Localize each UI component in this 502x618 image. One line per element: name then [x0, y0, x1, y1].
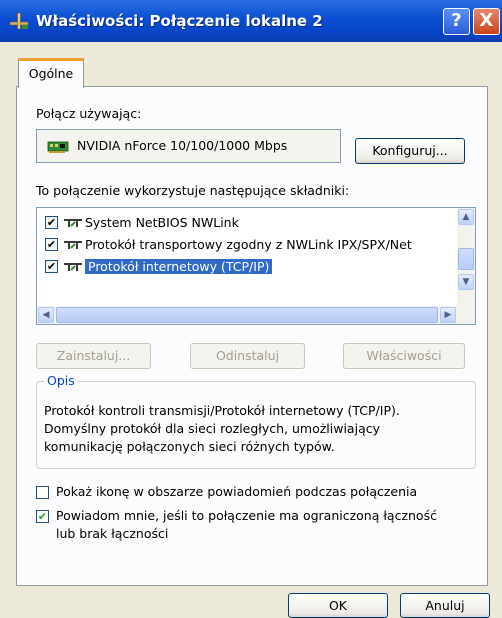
components-list[interactable]: ✔ System NetBIOS NWLink ✔ Protokół trans…	[36, 207, 476, 325]
component-checkbox[interactable]: ✔	[45, 216, 58, 229]
help-button[interactable]: ?	[443, 8, 470, 35]
scroll-up-icon[interactable]: ▲	[458, 209, 474, 225]
component-checkbox[interactable]: ✔	[45, 238, 58, 251]
description-line: Protokół kontroli transmisji/Protokół in…	[44, 403, 400, 418]
show-icon-label: Pokaż ikonę w obszarze powiadomień podcz…	[56, 484, 418, 499]
install-button[interactable]: Zainstaluj...	[36, 343, 151, 369]
scroll-right-icon[interactable]: ▶	[440, 307, 456, 323]
connect-using-label: Połącz używając:	[36, 106, 142, 121]
description-text: Protokół kontroli transmisji/Protokół in…	[44, 402, 464, 456]
close-button[interactable]: X	[473, 8, 500, 35]
window-title: Właściwości: Połączenie lokalne 2	[36, 12, 323, 30]
protocol-icon	[64, 219, 82, 227]
show-icon-checkbox[interactable]	[36, 486, 49, 499]
uninstall-button[interactable]: Odinstaluj	[190, 343, 305, 369]
description-legend: Opis	[44, 373, 78, 388]
description-line: Domyślny protokół dla sieci rozległych, …	[44, 421, 380, 436]
scroll-down-icon[interactable]: ▼	[458, 274, 474, 290]
component-label: Protokół internetowy (TCP/IP)	[85, 259, 273, 274]
network-connection-icon	[9, 12, 29, 30]
list-item[interactable]: ✔ Protokół transportowy zgodny z NWLink …	[37, 234, 457, 256]
component-label: System NetBIOS NWLink	[85, 215, 239, 230]
properties-button[interactable]: Właściwości	[343, 343, 465, 369]
vertical-scrollbar[interactable]: ▲ ▼	[457, 208, 475, 306]
notify-label-line2: lub brak łączności	[56, 526, 169, 541]
configure-button[interactable]: Konfiguruj...	[355, 138, 465, 164]
notify-label-line1: Powiadom mnie, jeśli to połączenie ma og…	[56, 508, 437, 523]
protocol-icon	[64, 263, 82, 271]
list-item[interactable]: ✔ System NetBIOS NWLink	[37, 212, 457, 234]
list-item-selected[interactable]: ✔ Protokół internetowy (TCP/IP)	[37, 256, 457, 278]
description-line: komunikację połączonych sieci różnych ty…	[44, 439, 335, 454]
protocol-icon	[64, 241, 82, 249]
components-label: To połączenie wykorzystuje następujące s…	[36, 183, 350, 198]
scroll-left-icon[interactable]: ◀	[38, 307, 54, 323]
horizontal-scroll-thumb[interactable]	[56, 307, 438, 323]
adapter-box: NVIDIA nForce 10/100/1000 Mbps	[36, 129, 341, 163]
vertical-scroll-thumb[interactable]	[458, 248, 474, 270]
component-label: Protokół transportowy zgodny z NWLink IP…	[85, 237, 412, 252]
adapter-name: NVIDIA nForce 10/100/1000 Mbps	[77, 138, 288, 153]
title-bar[interactable]: Właściwości: Połączenie lokalne 2 ? X	[0, 0, 502, 42]
tab-general[interactable]: Ogólne	[18, 58, 84, 88]
notify-checkbox[interactable]: ✔	[36, 510, 49, 523]
network-card-icon	[47, 141, 69, 153]
component-checkbox[interactable]: ✔	[45, 260, 58, 273]
horizontal-scrollbar[interactable]: ◀ ▶	[37, 306, 475, 324]
